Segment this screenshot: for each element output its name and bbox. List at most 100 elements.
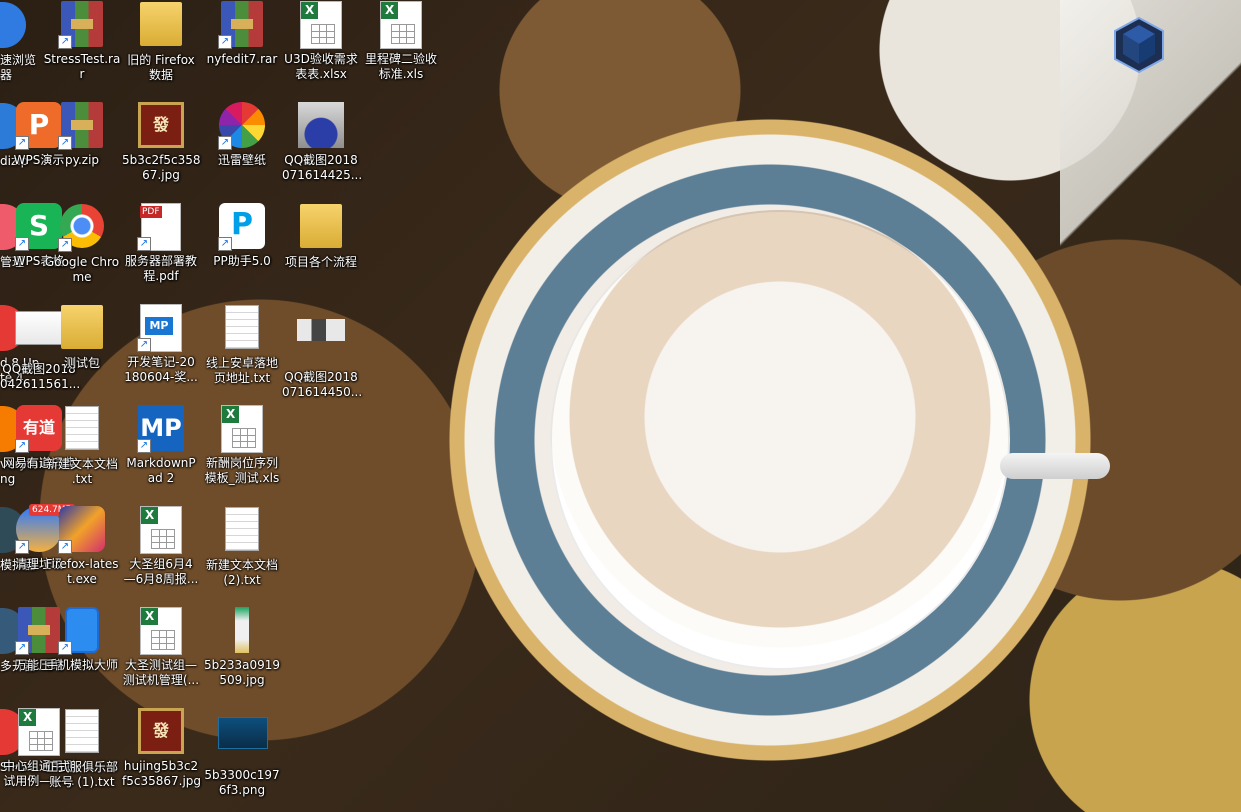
shortcut-arrow-icon: ↗ [218, 237, 232, 251]
desktop-icon[interactable]: ↗ py.zip [43, 101, 121, 197]
text-file-icon [218, 507, 266, 555]
excel-file-icon [218, 405, 266, 453]
excel-file-icon [377, 1, 425, 49]
desktop-icon[interactable]: 5b3300c197 6f3.png [203, 707, 281, 803]
icon-graphic [300, 204, 342, 248]
shortcut-arrow-icon: ↗ [15, 237, 29, 251]
desktop-icon[interactable]: 测试包 [43, 303, 121, 399]
icon-graphic [380, 1, 422, 49]
icon-graphic [297, 319, 345, 341]
shortcut-arrow-icon: ↗ [15, 136, 29, 150]
image-thumbnail-icon [218, 607, 266, 655]
spreadsheet-grid [151, 630, 175, 650]
shortcut-arrow-icon: ↗ [58, 540, 72, 554]
spreadsheet-grid [391, 24, 415, 44]
desktop-icon[interactable]: QQ截图2018 071614450... [282, 303, 363, 399]
desktop-icon[interactable]: ↗ 迅雷壁纸 [203, 101, 281, 197]
chrome-icon: ↗ [58, 204, 106, 252]
desktop-icon[interactable]: ↗ Firefox-lates t.exe [43, 505, 121, 601]
desktop-icon[interactable]: 项目各个流程 [282, 202, 360, 298]
desktop-icon-label: 手机模拟大师 [45, 658, 118, 672]
desktop-icon-label: QQ截图2018 071614450... [282, 370, 363, 399]
desktop-icon[interactable]: 新酬岗位序列 模板_测试.xls [203, 404, 281, 500]
desktop-icon-label: Firefox-lates t.exe [45, 557, 119, 586]
icon-graphic [65, 406, 99, 450]
icon-graphic [221, 405, 263, 453]
wallpaper-pinwheel-icon: ↗ [218, 102, 266, 150]
archive-icon: ↗ [58, 1, 106, 49]
desktop-icon-label: 服务器部署教 程.pdf [124, 254, 197, 283]
markdownpad-icon: MP ↗ [137, 405, 185, 453]
text-file-icon [58, 406, 106, 454]
desktop-icon[interactable]: 新建文本文档 (2).txt [203, 505, 281, 601]
excel-file-icon [297, 1, 345, 49]
desktop-icon-label: U3D验收需求 表表.xlsx [284, 52, 358, 81]
desktop-icon[interactable]: ↗ StressTest.ra r [43, 0, 121, 96]
text-file-icon [58, 709, 106, 757]
spreadsheet-grid [151, 529, 175, 549]
desktop-icon[interactable]: 大圣组6月4 —6月8周报... [122, 505, 200, 601]
icon-graphic: 發 [138, 102, 184, 148]
phone-emulator-icon: ↗ [58, 607, 106, 655]
icon-graphic [225, 507, 259, 551]
desktop-icon[interactable]: 發 5b3c2f5c358 67.jpg [122, 101, 200, 197]
desktop-icon-label: 项目各个流程 [284, 255, 357, 269]
desktop-icon[interactable]: 旧的 Firefox 数据 [122, 0, 200, 96]
shortcut-arrow-icon: ↗ [137, 338, 151, 352]
icon-graphic [65, 709, 99, 753]
browser-icon[interactable] [0, 2, 26, 48]
desktop-icon[interactable]: QQ截图2018 071614425... [282, 101, 362, 197]
desktop-icon[interactable]: U3D验收需求 表表.xlsx [282, 0, 360, 96]
icon-graphic [235, 607, 249, 653]
shortcut-arrow-icon: ↗ [218, 136, 232, 150]
desktop-icon-label: 大圣组6月4 —6月8周报... [123, 557, 199, 586]
desktop-icon[interactable]: MP ↗ MarkdownP ad 2 [122, 404, 200, 500]
desktop-icon-label: hujing5b3c2 f5c35867.jpg [122, 759, 202, 788]
folder-icon [297, 204, 345, 252]
desktop-icon[interactable]: ↗ nyfedit7.rar [203, 0, 281, 96]
desktop-icon[interactable]: 5b233a0919 509.jpg [203, 606, 281, 702]
desktop-icon[interactable]: 里程碑二验收 标准.xls [362, 0, 440, 96]
pp-assistant-icon: ↗ [218, 203, 266, 251]
mahjong-image-icon: 發 [137, 102, 185, 150]
desktop-icon[interactable]: 线上安卓落地 页地址.txt [203, 303, 281, 399]
archive-icon: ↗ [218, 1, 266, 49]
icon-graphic [140, 607, 182, 655]
prism-logo-icon [1114, 16, 1164, 74]
image-thumbnail-icon [297, 102, 345, 150]
desktop-icon-label: 正式服俱乐部 账号 (1).txt [45, 760, 118, 789]
desktop-icon[interactable]: ↗ 手机模拟大师 [43, 606, 121, 702]
spreadsheet-grid [232, 428, 256, 448]
desktop-icon[interactable]: 發 hujing5b3c2 f5c35867.jpg [122, 707, 202, 803]
desktop-icon[interactable]: ↗ 开发笔记-20 180604-奖... [122, 303, 200, 399]
desktop-icon-label: Google Chro me [44, 255, 120, 284]
desktop-icon[interactable]: 新建文本文档 .txt [43, 404, 121, 500]
dev-notes-icon: ↗ [137, 304, 185, 352]
pdf-file-icon: ↗ [137, 203, 185, 251]
desktop-icon[interactable]: 大圣测试组— 测试机管理(... [122, 606, 200, 702]
desktop-icon-label: 迅雷壁纸 [217, 153, 266, 167]
desktop-icon[interactable]: ↗ Google Chro me [43, 202, 121, 298]
image-thumbnail-icon [218, 717, 268, 765]
shortcut-arrow-icon: ↗ [58, 641, 72, 655]
desktop-icon-label: PP助手5.0 [213, 254, 271, 268]
shortcut-arrow-icon: ↗ [58, 136, 72, 150]
shortcut-arrow-icon: ↗ [58, 35, 72, 49]
icon-graphic [140, 2, 182, 46]
desktop-icon-label: 新建文本文档 .txt [45, 457, 118, 486]
text-file-icon [218, 305, 266, 353]
shortcut-arrow-icon: ↗ [58, 238, 72, 252]
mahjong-image-icon: 發 [137, 708, 185, 756]
desktop-icon[interactable]: ↗ PP助手5.0 [203, 202, 281, 298]
desktop-icon-label: 5b3300c197 6f3.png [204, 768, 280, 797]
desktop-icon[interactable]: 正式服俱乐部 账号 (1).txt [43, 707, 121, 803]
shortcut-arrow-icon: ↗ [137, 237, 151, 251]
icon-graphic: 發 [138, 708, 184, 754]
shortcut-arrow-icon: ↗ [15, 540, 29, 554]
spoon [1000, 453, 1110, 479]
desktop-icon-label: 线上安卓落地 页地址.txt [205, 356, 278, 385]
desktop-icon[interactable]: ↗ 服务器部署教 程.pdf [122, 202, 200, 298]
coffee-cup [550, 210, 1010, 670]
shortcut-arrow-icon: ↗ [15, 641, 29, 655]
spreadsheet-grid [311, 24, 335, 44]
